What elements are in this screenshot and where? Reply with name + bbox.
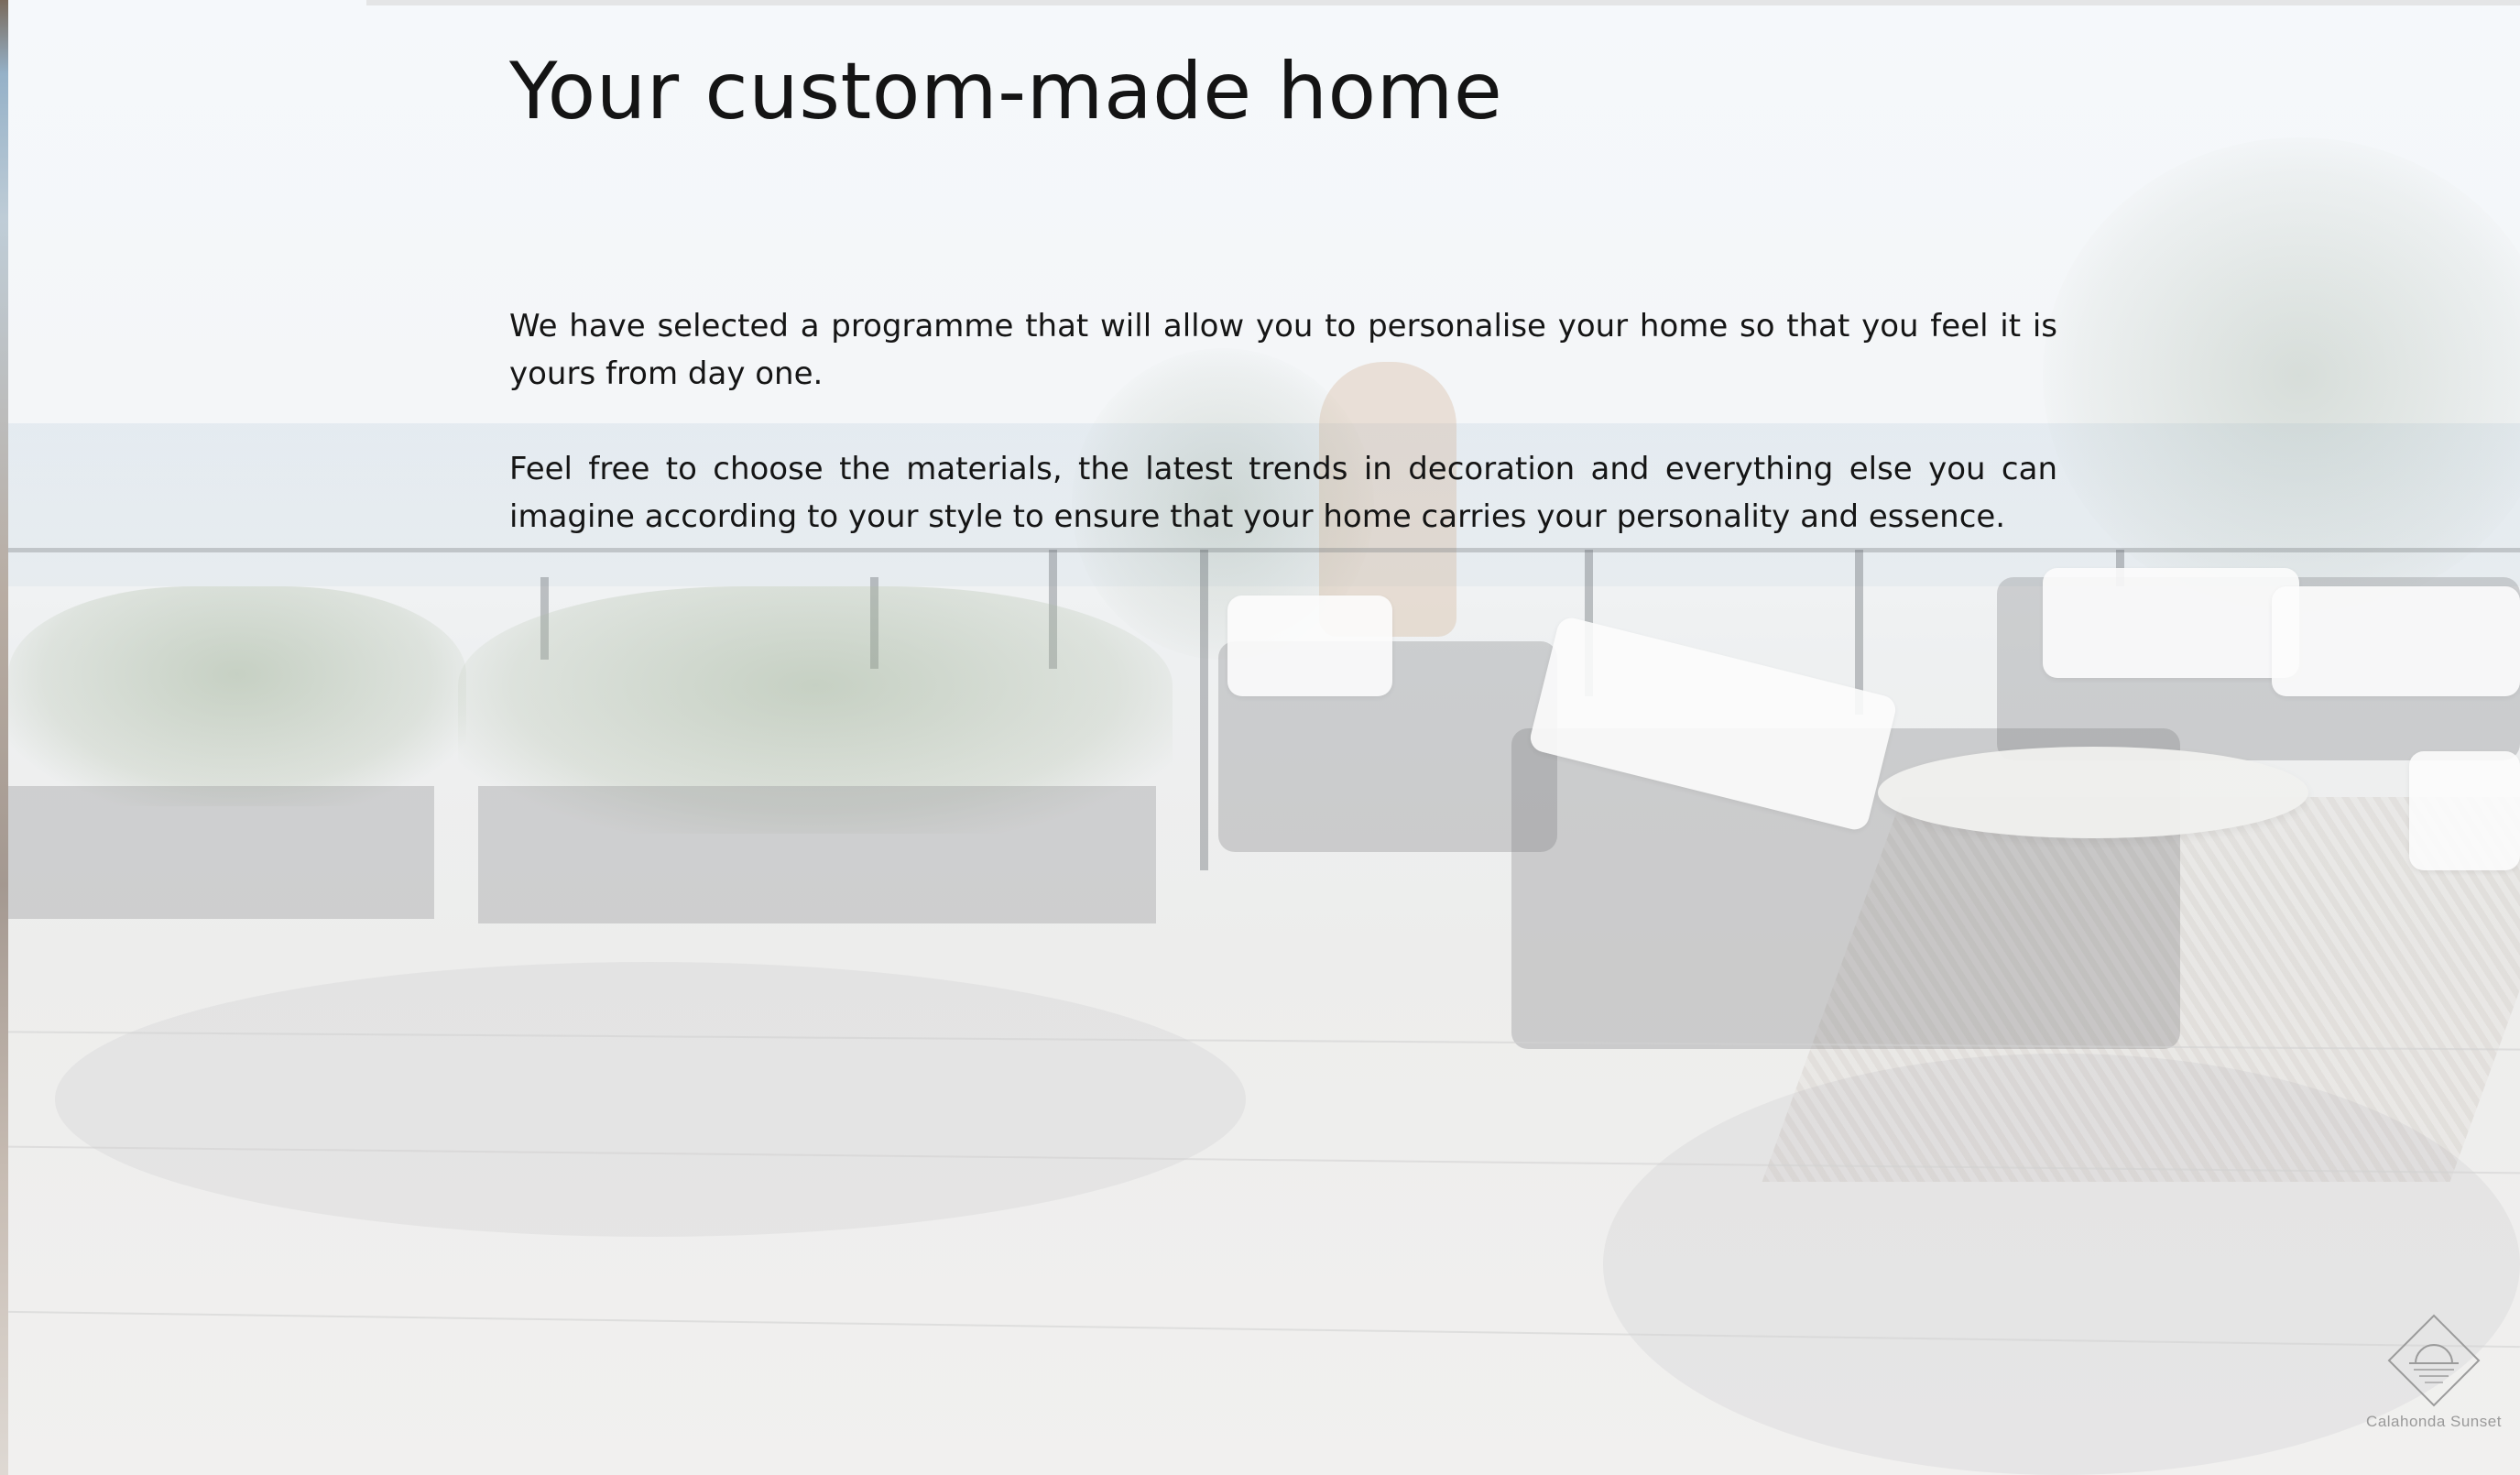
page-title: Your custom-made home: [509, 46, 1503, 137]
coffee-table: [1878, 747, 2308, 838]
diamond-sunset-icon: [2387, 1314, 2481, 1407]
intro-paragraph: We have selected a programme that will a…: [509, 308, 2057, 392]
brand-name: Calahonda Sunset: [2366, 1413, 2502, 1430]
page: Your custom-made home We have selected a…: [0, 0, 2520, 1475]
sofa-right-cushion-2: [2272, 586, 2520, 696]
sofa-right-seat: [2409, 751, 2520, 870]
planter-left: [8, 786, 434, 919]
details-paragraph: Feel free to choose the materials, the l…: [509, 451, 2057, 535]
terrace-railing: [8, 548, 2520, 552]
armchair-back-cushion: [1227, 595, 1392, 696]
hedge-left: [8, 586, 466, 806]
planter-middle: [478, 786, 1156, 923]
railing-post: [1200, 550, 1208, 870]
floor-shadow: [55, 962, 1246, 1237]
top-divider: [366, 0, 2520, 5]
left-edge-strip: [0, 0, 8, 1475]
brand-logo: Calahonda Sunset: [2351, 1310, 2516, 1448]
sofa-right-cushion-1: [2043, 568, 2299, 678]
